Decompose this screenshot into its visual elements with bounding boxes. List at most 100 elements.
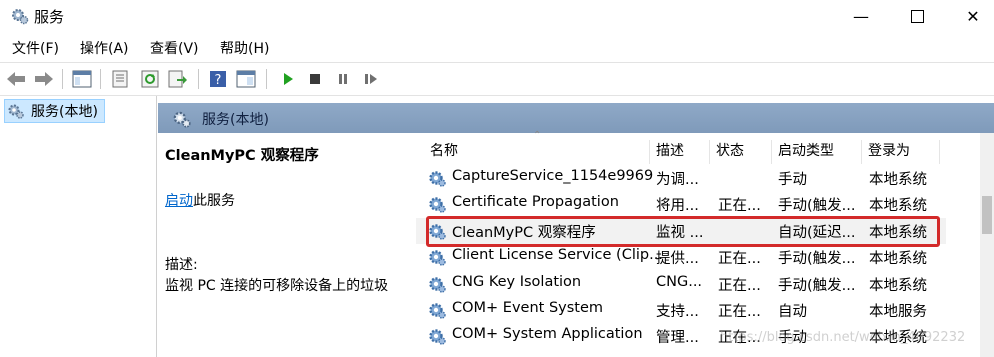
cell-name: COM+ System Application: [452, 326, 643, 343]
scrollbar-thumb[interactable]: [982, 196, 992, 234]
description-text: 监视 PC 连接的可移除设备上的垃圾: [165, 278, 389, 294]
refresh-button[interactable]: [140, 69, 160, 89]
restart-service-icon: [365, 74, 377, 84]
vertical-scrollbar[interactable]: [980, 133, 994, 357]
cell-startup: 手动(触发...: [778, 198, 856, 215]
menu-view[interactable]: 查看(V): [150, 38, 199, 58]
svg-text:?: ?: [215, 73, 222, 88]
start-service-link[interactable]: 启动: [165, 193, 193, 209]
cell-name: Certificate Propagation: [452, 194, 619, 211]
cell-desc: 支持...: [656, 304, 699, 320]
start-service-suffix: 此服务: [193, 193, 235, 209]
cell-logon: 本地系统: [869, 172, 927, 188]
table-row[interactable]: Certificate Propagation 将用... 正在... 手动(触发..…: [416, 191, 946, 217]
minimize-button[interactable]: —: [838, 0, 884, 32]
column-header-logon-as[interactable]: 登录为: [862, 140, 940, 164]
cell-name: COM+ Event System: [452, 300, 604, 316]
column-header-startup-type[interactable]: 启动类型: [772, 140, 862, 164]
window-title: 服务: [34, 8, 65, 26]
title-bar: 服务 — ✕: [0, 0, 994, 32]
pause-service-icon: [339, 74, 347, 84]
column-header-status[interactable]: 状态: [710, 140, 772, 164]
service-gear-icon: [429, 197, 446, 214]
tree-item-services-local[interactable]: 服务(本地): [4, 99, 105, 123]
minimize-icon: —: [853, 6, 869, 26]
cell-name: CaptureService_1154e9969: [452, 168, 654, 184]
cell-desc: 提供...: [656, 251, 699, 268]
column-header-label: 名称: [430, 143, 458, 159]
column-header-label: 状态: [716, 143, 744, 159]
column-header-name[interactable]: 名称: [424, 140, 650, 164]
show-hide-tree-icon: [72, 70, 92, 88]
close-button[interactable]: ✕: [950, 0, 994, 32]
export-list-button[interactable]: [168, 69, 188, 89]
maximize-icon: [910, 9, 924, 23]
start-service-icon: [284, 73, 293, 85]
menu-help[interactable]: 帮助(H): [220, 38, 269, 58]
cell-status: 正在...: [718, 198, 761, 215]
toolbar-separator: [100, 69, 101, 89]
toolbar: ?: [0, 62, 994, 96]
start-service-line: 启动此服务: [165, 190, 235, 210]
forward-button[interactable]: [34, 69, 54, 89]
cell-logon: 本地系统: [869, 277, 927, 294]
cell-logon: 本地系统: [869, 251, 927, 268]
cell-status: 正在...: [718, 251, 761, 268]
toolbar-separator: [266, 69, 267, 89]
restart-service-button[interactable]: [361, 69, 381, 89]
maximize-button[interactable]: [894, 0, 940, 32]
help-icon: ?: [210, 71, 226, 88]
navigation-tree: 服务(本地): [0, 96, 157, 357]
start-service-button[interactable]: [278, 69, 298, 89]
cell-logon: 本地系统: [869, 198, 927, 215]
cell-desc: 管理...: [656, 330, 699, 347]
cell-startup: 手动: [778, 172, 807, 188]
services-gear-icon: [173, 111, 191, 128]
service-gear-icon: [429, 171, 446, 187]
watermark-text: https://blog.csdn.net/weixin_4092232: [720, 330, 966, 345]
properties-button[interactable]: [110, 69, 130, 89]
cell-status: 正在...: [718, 277, 761, 294]
description-label: 描述:: [165, 257, 198, 273]
services-gear-icon: [12, 9, 29, 25]
cell-desc: 将用...: [656, 198, 699, 215]
column-header-label: 启动类型: [778, 143, 834, 159]
pause-service-button[interactable]: [333, 69, 353, 89]
highlight-annotation: [426, 216, 940, 247]
service-gear-icon: [429, 276, 446, 293]
cell-name: Client License Service (Clip...: [452, 247, 662, 264]
cell-logon: 本地服务: [869, 304, 927, 320]
table-row[interactable]: COM+ Event System 支持... 正在... 自动 本地服务: [416, 297, 946, 323]
show-hide-tree-button[interactable]: [72, 69, 92, 89]
stop-service-icon: [310, 74, 320, 84]
refresh-icon: [141, 70, 159, 88]
column-header-description[interactable]: 描述: [650, 140, 710, 164]
menu-bar: 文件(F) 操作(A) 查看(V) 帮助(H): [0, 36, 994, 60]
export-list-icon: [168, 70, 187, 88]
tree-item-label: 服务(本地): [31, 104, 98, 120]
pane-header: 服务(本地): [158, 103, 994, 133]
view-button[interactable]: [236, 69, 256, 89]
table-row[interactable]: CNG Key Isolation CNG... 正在... 手动(触发... 本地系统: [416, 271, 946, 297]
table-row[interactable]: CaptureService_1154e9969 为调... 手动 本地系统: [416, 165, 946, 191]
menu-action[interactable]: 操作(A): [80, 38, 129, 58]
column-header-label: 登录为: [868, 143, 910, 159]
service-gear-icon: [429, 329, 446, 346]
view-icon: [236, 70, 256, 88]
close-icon: ✕: [966, 6, 980, 26]
stop-service-button[interactable]: [305, 69, 325, 89]
cell-startup: 自动: [778, 304, 807, 320]
menu-file[interactable]: 文件(F): [12, 38, 59, 58]
cell-startup: 手动(触发...: [778, 251, 856, 268]
cell-desc: CNG...: [656, 273, 703, 290]
cell-status: 正在...: [718, 304, 761, 320]
table-row[interactable]: Client License Service (Clip... 提供... 正在..…: [416, 244, 946, 270]
toolbar-separator: [62, 69, 63, 89]
service-gear-icon: [429, 250, 446, 266]
forward-icon: [35, 72, 53, 86]
help-button[interactable]: ?: [208, 69, 228, 89]
back-button[interactable]: [6, 69, 26, 89]
service-gear-icon: [429, 303, 446, 319]
selected-service-name: CleanMyPC 观察程序: [165, 148, 319, 164]
service-detail-panel: CleanMyPC 观察程序 启动此服务 描述: 监视 PC 连接的可移除设备上…: [158, 133, 416, 357]
